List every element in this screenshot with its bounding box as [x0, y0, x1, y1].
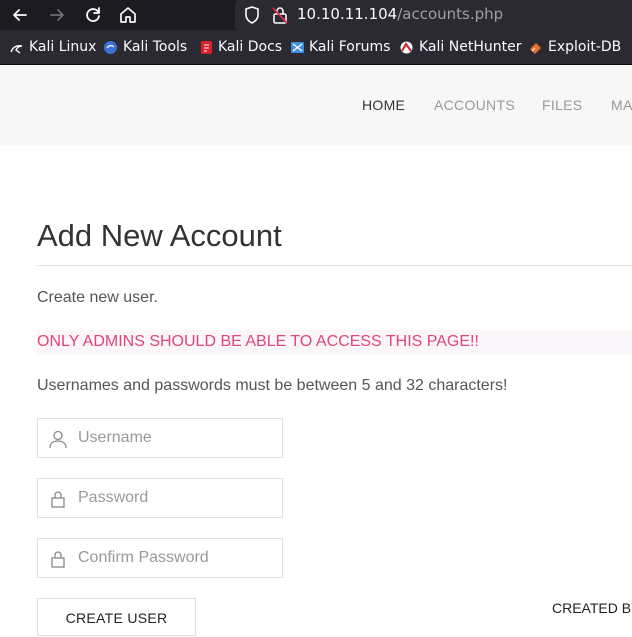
create-user-button[interactable]: CREATE USER	[37, 598, 196, 636]
bookmark-kali-docs[interactable]: Kali Docs	[218, 39, 282, 55]
kali-linux-icon	[10, 45, 23, 54]
url-text[interactable]: 10.10.11.104/accounts.php	[297, 5, 503, 23]
username-input[interactable]	[78, 419, 274, 457]
password-input[interactable]	[78, 479, 274, 517]
site-navbar: HOME ACCOUNTS FILES MA	[0, 65, 632, 145]
kali-docs-icon	[201, 41, 212, 54]
username-field[interactable]	[37, 418, 283, 458]
bookmark-kali-forums[interactable]: Kali Forums	[309, 39, 390, 55]
bookmarks-bar: Kali Linux Kali Tools Kali Docs Kali For…	[0, 30, 632, 65]
user-icon	[49, 430, 67, 449]
insecure-lock-icon[interactable]	[271, 5, 289, 25]
url-bar[interactable]: 10.10.11.104/accounts.php	[235, 0, 632, 30]
intro-text: Create new user.	[37, 289, 158, 306]
kali-forums-icon	[291, 42, 304, 53]
shield-icon[interactable]	[243, 5, 261, 25]
url-host: 10.10.11.104	[297, 5, 398, 23]
confirm-password-input[interactable]	[78, 539, 274, 577]
lock-icon	[51, 491, 65, 508]
forward-arrow-icon[interactable]	[46, 4, 68, 26]
nav-files[interactable]: FILES	[542, 97, 582, 113]
bookmark-exploit-db[interactable]: Exploit-DB	[548, 39, 621, 55]
bookmark-kali-linux[interactable]: Kali Linux	[29, 39, 96, 55]
created-by-text: CREATED BY	[552, 600, 632, 616]
admin-warning: ONLY ADMINS SHOULD BE ABLE TO ACCESS THI…	[37, 330, 632, 354]
page-title: Add New Account	[37, 218, 282, 253]
kali-tools-icon	[104, 41, 117, 54]
password-field[interactable]	[37, 478, 283, 518]
exploit-db-icon	[530, 43, 541, 54]
nav-more[interactable]: MA	[611, 97, 632, 113]
home-icon[interactable]	[117, 4, 139, 26]
kali-nethunter-icon	[400, 41, 413, 54]
nav-home[interactable]: HOME	[362, 97, 405, 113]
length-rule-text: Usernames and passwords must be between …	[37, 377, 508, 394]
lock-icon	[51, 551, 65, 568]
bookmark-kali-nethunter[interactable]: Kali NetHunter	[419, 39, 521, 55]
reload-icon[interactable]	[82, 4, 104, 26]
url-path: /accounts.php	[397, 5, 504, 23]
title-divider	[37, 265, 632, 266]
browser-toolbar: 10.10.11.104/accounts.php	[0, 0, 632, 30]
back-arrow-icon[interactable]	[9, 4, 31, 26]
confirm-password-field[interactable]	[37, 538, 283, 578]
nav-accounts[interactable]: ACCOUNTS	[434, 97, 515, 113]
bookmark-kali-tools[interactable]: Kali Tools	[123, 39, 187, 55]
